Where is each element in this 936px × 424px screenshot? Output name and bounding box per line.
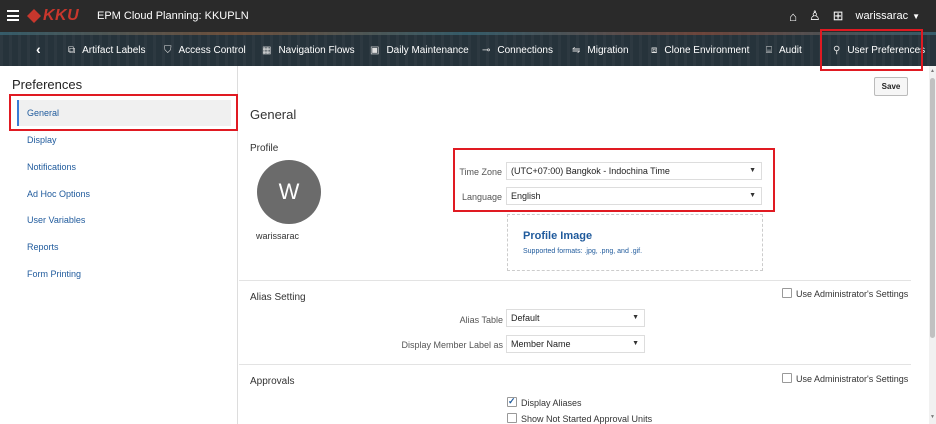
tab-daily-maintenance[interactable]: ▣ Daily Maintenance [370,43,469,57]
sidebar-title: Preferences [12,77,83,92]
chevron-left-icon[interactable]: ‹ [36,41,41,57]
highlight-user-preferences [820,29,923,71]
time-zone-select[interactable]: (UTC+07:00) Bangkok - Indochina Time ▼ [506,162,762,180]
sidebar-item-ad-hoc-options[interactable]: Ad Hoc Options [27,189,90,199]
member-label-select[interactable]: Member Name ▼ [506,335,645,353]
sidebar-item-user-variables[interactable]: User Variables [27,215,85,225]
chevron-down-icon: ▼ [632,314,639,321]
profile-section-title: Profile [250,143,279,154]
nav-decoration [0,32,936,35]
sidebar-item-display[interactable]: Display [27,135,57,145]
chevron-down-icon: ▼ [632,340,639,347]
tab-clone-environment[interactable]: ⧈ Clone Environment [651,43,749,57]
top-icons: ⌂ ♙ ⊞ warissarac ▼ [789,0,936,32]
navigation-flows-icon: ▦ [262,44,272,56]
avatar: W [257,160,321,224]
clone-environment-icon: ⧈ [651,44,658,56]
vertical-scrollbar[interactable]: ▲ ▼ [929,66,936,424]
kku-logo: KKU [27,7,79,25]
member-label-value: Member Name [511,339,571,349]
chevron-down-icon[interactable]: ▼ [912,12,920,21]
profile-image-formats: Supported formats: .jpg, .png, and .gif. [523,248,643,255]
grid-navigator-icon[interactable]: ⊞ [833,8,844,24]
chevron-down-icon: ▼ [749,167,756,174]
tab-connections[interactable]: ⊸ Connections [482,43,553,57]
display-aliases-checkbox[interactable] [507,396,517,407]
tab-artifact-labels[interactable]: ⧉ Artifact Labels [68,43,146,57]
alias-table-label: Alias Table [459,315,503,325]
tab-label: Artifact Labels [82,44,146,56]
page-title: General [250,107,297,122]
logo-mark [27,9,41,23]
sidebar-item-general[interactable]: General [27,108,59,118]
tab-label: Clone Environment [664,44,750,56]
divider [239,364,911,365]
alias-use-admin-label: Use Administrator's Settings [796,289,909,299]
time-zone-value: (UTC+07:00) Bangkok - Indochina Time [511,166,670,176]
language-value: English [511,191,541,201]
display-aliases-label: Display Aliases [521,398,582,408]
tab-label: Connections [497,44,553,56]
chevron-down-icon: ▼ [749,192,756,199]
artifact-labels-icon: ⧉ [68,44,76,56]
hamburger-menu-icon[interactable] [7,10,19,21]
top-bar: KKU EPM Cloud Planning: KKUPLN ⌂ ♙ ⊞ war… [0,0,936,32]
tab-label: Audit [779,44,802,56]
time-zone-label: Time Zone [459,167,502,177]
profile-image-title: Profile Image [523,230,593,242]
user-menu[interactable]: warissarac [856,10,909,22]
avatar-username: warissarac [256,231,300,241]
show-not-started-checkbox[interactable] [507,413,517,423]
tab-label: Daily Maintenance [386,44,469,56]
scroll-down-icon[interactable]: ▼ [929,414,936,420]
approvals-section-title: Approvals [250,376,295,387]
app-title: EPM Cloud Planning: KKUPLN [97,10,249,22]
approvals-use-admin-checkbox[interactable] [782,373,792,383]
scroll-up-icon[interactable]: ▲ [929,68,936,74]
language-label: Language [461,192,502,202]
accessibility-icon[interactable]: ♙ [809,8,821,24]
logo-text: KKU [43,7,80,24]
home-icon[interactable]: ⌂ [789,9,797,24]
preferences-sidebar: Preferences General Display Notification… [0,66,238,424]
alias-table-select[interactable]: Default ▼ [506,309,645,327]
navigation-bar: ‹ ⧉ Artifact Labels ⛉ Access Control ▦ N… [0,32,936,66]
main-content: Save General Profile W warissarac Time Z… [239,66,936,424]
tab-label: Access Control [178,44,246,56]
tab-navigation-flows[interactable]: ▦ Navigation Flows [262,43,355,57]
approvals-use-admin-label: Use Administrator's Settings [796,374,909,384]
audit-icon: ⌸ [766,44,772,56]
sidebar-item-form-printing[interactable]: Form Printing [27,269,81,279]
save-button[interactable]: Save [874,77,908,96]
daily-maintenance-icon: ▣ [370,44,380,56]
sidebar-item-reports[interactable]: Reports [27,242,59,252]
divider [239,280,911,281]
member-label-label: Display Member Label as [401,340,503,350]
tab-access-control[interactable]: ⛉ Access Control [164,43,246,57]
tab-label: Migration [587,44,629,56]
tab-migration[interactable]: ⇋ Migration [572,43,629,57]
sidebar-item-notifications[interactable]: Notifications [27,162,76,172]
alias-use-admin-checkbox[interactable] [782,288,792,298]
migration-icon: ⇋ [572,44,581,56]
alias-section-title: Alias Setting [250,292,306,303]
connections-icon: ⊸ [482,44,491,56]
shield-icon: ⛉ [164,44,172,56]
language-select[interactable]: English ▼ [506,187,762,205]
tab-label: Navigation Flows [278,44,355,56]
alias-table-value: Default [511,313,540,323]
show-not-started-label: Show Not Started Approval Units [521,414,653,424]
scrollbar-thumb[interactable] [930,78,935,338]
profile-image-dropzone[interactable]: Profile Image Supported formats: .jpg, .… [507,214,763,271]
tab-audit[interactable]: ⌸ Audit [766,43,802,57]
